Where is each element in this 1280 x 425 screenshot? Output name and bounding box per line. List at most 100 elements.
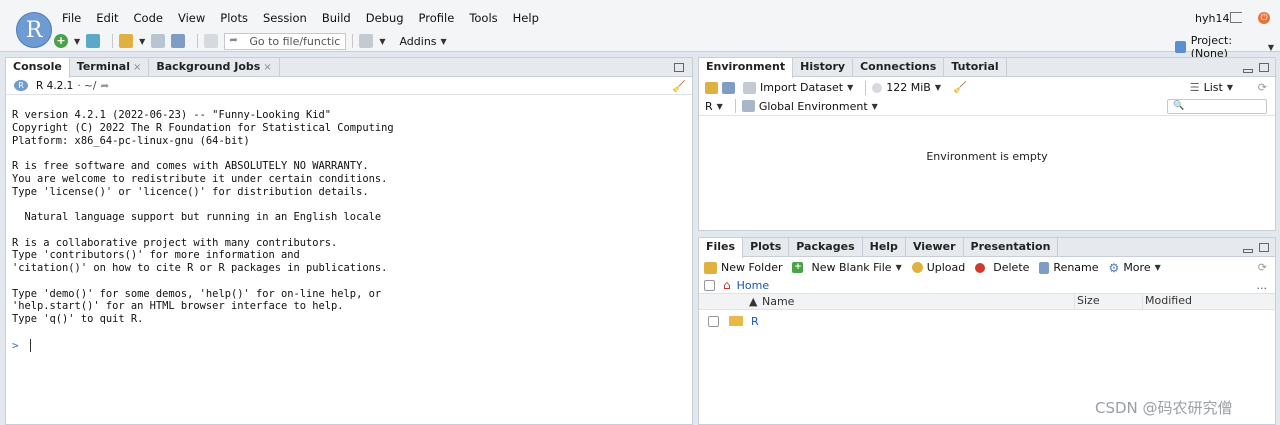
- home-icon: ⌂: [723, 278, 731, 292]
- save-workspace-icon[interactable]: [722, 81, 735, 94]
- file-name-link[interactable]: R: [751, 315, 759, 328]
- column-size[interactable]: Size: [1074, 294, 1100, 310]
- menu-debug[interactable]: Debug: [366, 11, 404, 27]
- view-mode-menu[interactable]: ☰ List ▼: [1190, 81, 1239, 94]
- save-icon[interactable]: [151, 34, 166, 48]
- working-directory[interactable]: · ~/: [77, 80, 96, 92]
- breadcrumb-home[interactable]: Home: [737, 279, 769, 292]
- rename-button[interactable]: Rename: [1039, 261, 1099, 274]
- load-workspace-icon[interactable]: [705, 81, 718, 94]
- grid-layout-icon[interactable]: [359, 34, 374, 48]
- chevron-down-icon: ▼: [895, 263, 902, 272]
- maximize-pane-icon[interactable]: [1259, 63, 1269, 72]
- minimize-pane-icon[interactable]: [674, 63, 684, 72]
- row-checkbox[interactable]: [708, 315, 719, 327]
- menu-bar: File Edit Code View Plots Session Build …: [62, 11, 554, 27]
- new-folder-button[interactable]: New Folder: [704, 261, 782, 274]
- toolbar-divider: [734, 99, 736, 113]
- menu-edit[interactable]: Edit: [96, 11, 118, 27]
- watermark: CSDN @码农研究僧: [1095, 399, 1233, 417]
- environment-search-input[interactable]: 🔍: [1167, 99, 1267, 114]
- minimize-pane-icon[interactable]: [1243, 249, 1253, 253]
- new-project-icon[interactable]: [86, 34, 101, 48]
- toolbar-divider: [112, 34, 114, 48]
- clear-objects-icon[interactable]: 🧹: [953, 81, 967, 94]
- clear-console-icon[interactable]: 🧹: [672, 80, 686, 93]
- browse-ellipsis[interactable]: ...: [1257, 279, 1268, 292]
- refresh-icon[interactable]: ⟳: [1258, 81, 1267, 94]
- menu-profile[interactable]: Profile: [419, 11, 455, 27]
- toolbar-divider: [865, 80, 867, 95]
- chevron-down-icon[interactable]: ▼: [74, 37, 80, 46]
- tab-presentation[interactable]: Presentation: [964, 238, 1059, 257]
- console-output: R version 4.2.1 (2022-06-23) -- "Funny-L…: [12, 109, 394, 325]
- chevron-down-icon[interactable]: ▼: [139, 37, 145, 46]
- chevron-down-icon[interactable]: ▼: [441, 37, 447, 46]
- environment-toolbar: Import Dataset ▼ 122 MiB ▼ 🧹 ☰ List ▼ ⟳: [699, 78, 1275, 97]
- console-tabstrip: Console Terminal × Background Jobs ×: [6, 58, 692, 78]
- menu-view[interactable]: View: [178, 11, 205, 27]
- chevron-down-icon[interactable]: ▼: [717, 102, 723, 111]
- goto-directory-icon[interactable]: ➦: [100, 80, 109, 92]
- goto-placeholder: Go to file/functic: [249, 34, 341, 48]
- import-dataset-button[interactable]: Import Dataset: [760, 81, 843, 94]
- tab-plots[interactable]: Plots: [743, 238, 790, 257]
- tab-terminal[interactable]: Terminal ×: [70, 58, 150, 77]
- close-icon[interactable]: ×: [263, 62, 271, 73]
- chevron-down-icon[interactable]: ▼: [379, 37, 385, 46]
- goto-file-input[interactable]: ➦ Go to file/functic: [224, 32, 347, 50]
- upload-button[interactable]: Upload: [911, 261, 965, 274]
- menu-plots[interactable]: Plots: [220, 11, 248, 27]
- column-name[interactable]: Name: [762, 295, 794, 308]
- menu-file[interactable]: File: [62, 11, 81, 27]
- tab-history[interactable]: History: [793, 58, 854, 77]
- menu-session[interactable]: Session: [263, 11, 307, 27]
- tab-viewer[interactable]: Viewer: [906, 238, 964, 257]
- more-button[interactable]: ⚙ More ▼: [1109, 261, 1161, 275]
- chevron-down-icon[interactable]: ▼: [847, 83, 853, 92]
- column-modified[interactable]: Modified: [1142, 294, 1192, 310]
- tab-files[interactable]: Files: [699, 238, 744, 258]
- language-selector[interactable]: R: [705, 100, 713, 113]
- close-icon[interactable]: ×: [133, 62, 141, 73]
- menu-help[interactable]: Help: [513, 11, 539, 27]
- chevron-down-icon[interactable]: ▼: [872, 102, 878, 111]
- sign-out-icon[interactable]: [1230, 12, 1242, 23]
- select-all-checkbox[interactable]: [704, 279, 715, 291]
- new-blank-file-button[interactable]: + New Blank File ▼: [792, 261, 902, 274]
- maximize-pane-icon[interactable]: [1259, 243, 1269, 252]
- console-header: R R 4.2.1 · ~/ ➦: [6, 77, 692, 95]
- tab-background-jobs[interactable]: Background Jobs ×: [149, 58, 280, 77]
- addins-menu[interactable]: Addins: [399, 35, 436, 48]
- menu-code[interactable]: Code: [134, 11, 163, 27]
- delete-icon: [975, 262, 986, 273]
- chevron-down-icon: ▼: [1226, 83, 1233, 92]
- environment-empty-message: Environment is empty: [926, 150, 1048, 163]
- console-cursor[interactable]: [30, 339, 31, 352]
- main-toolbar: + ▼ ▼ ➦ Go to file/functic ▼ Addins ▼: [54, 31, 453, 51]
- power-icon[interactable]: ⏻: [1258, 12, 1270, 24]
- tab-environment[interactable]: Environment: [699, 58, 794, 78]
- tab-help[interactable]: Help: [863, 238, 906, 257]
- print-icon[interactable]: [204, 34, 219, 48]
- environment-scope-selector[interactable]: Global Environment: [759, 100, 868, 113]
- tab-console[interactable]: Console: [6, 58, 70, 78]
- search-icon: 🔍: [1173, 101, 1185, 111]
- memory-usage[interactable]: 122 MiB: [886, 81, 931, 94]
- delete-button[interactable]: Delete: [975, 261, 1029, 274]
- save-all-icon[interactable]: [171, 34, 186, 48]
- refresh-icon[interactable]: ⟳: [1258, 261, 1267, 274]
- rename-icon: [1039, 261, 1050, 274]
- menu-tools[interactable]: Tools: [469, 11, 497, 27]
- chevron-down-icon[interactable]: ▼: [935, 83, 941, 92]
- tab-packages[interactable]: Packages: [789, 238, 863, 257]
- new-folder-icon: [704, 261, 717, 274]
- tab-connections[interactable]: Connections: [853, 58, 945, 77]
- minimize-pane-icon[interactable]: [1243, 69, 1253, 73]
- files-table-header: ▲ Name Size Modified: [699, 294, 1275, 310]
- menu-build[interactable]: Build: [322, 11, 351, 27]
- tab-tutorial[interactable]: Tutorial: [944, 58, 1007, 77]
- gear-icon: ⚙: [1108, 260, 1120, 275]
- new-file-icon[interactable]: +: [54, 34, 68, 48]
- open-folder-icon[interactable]: [119, 34, 134, 48]
